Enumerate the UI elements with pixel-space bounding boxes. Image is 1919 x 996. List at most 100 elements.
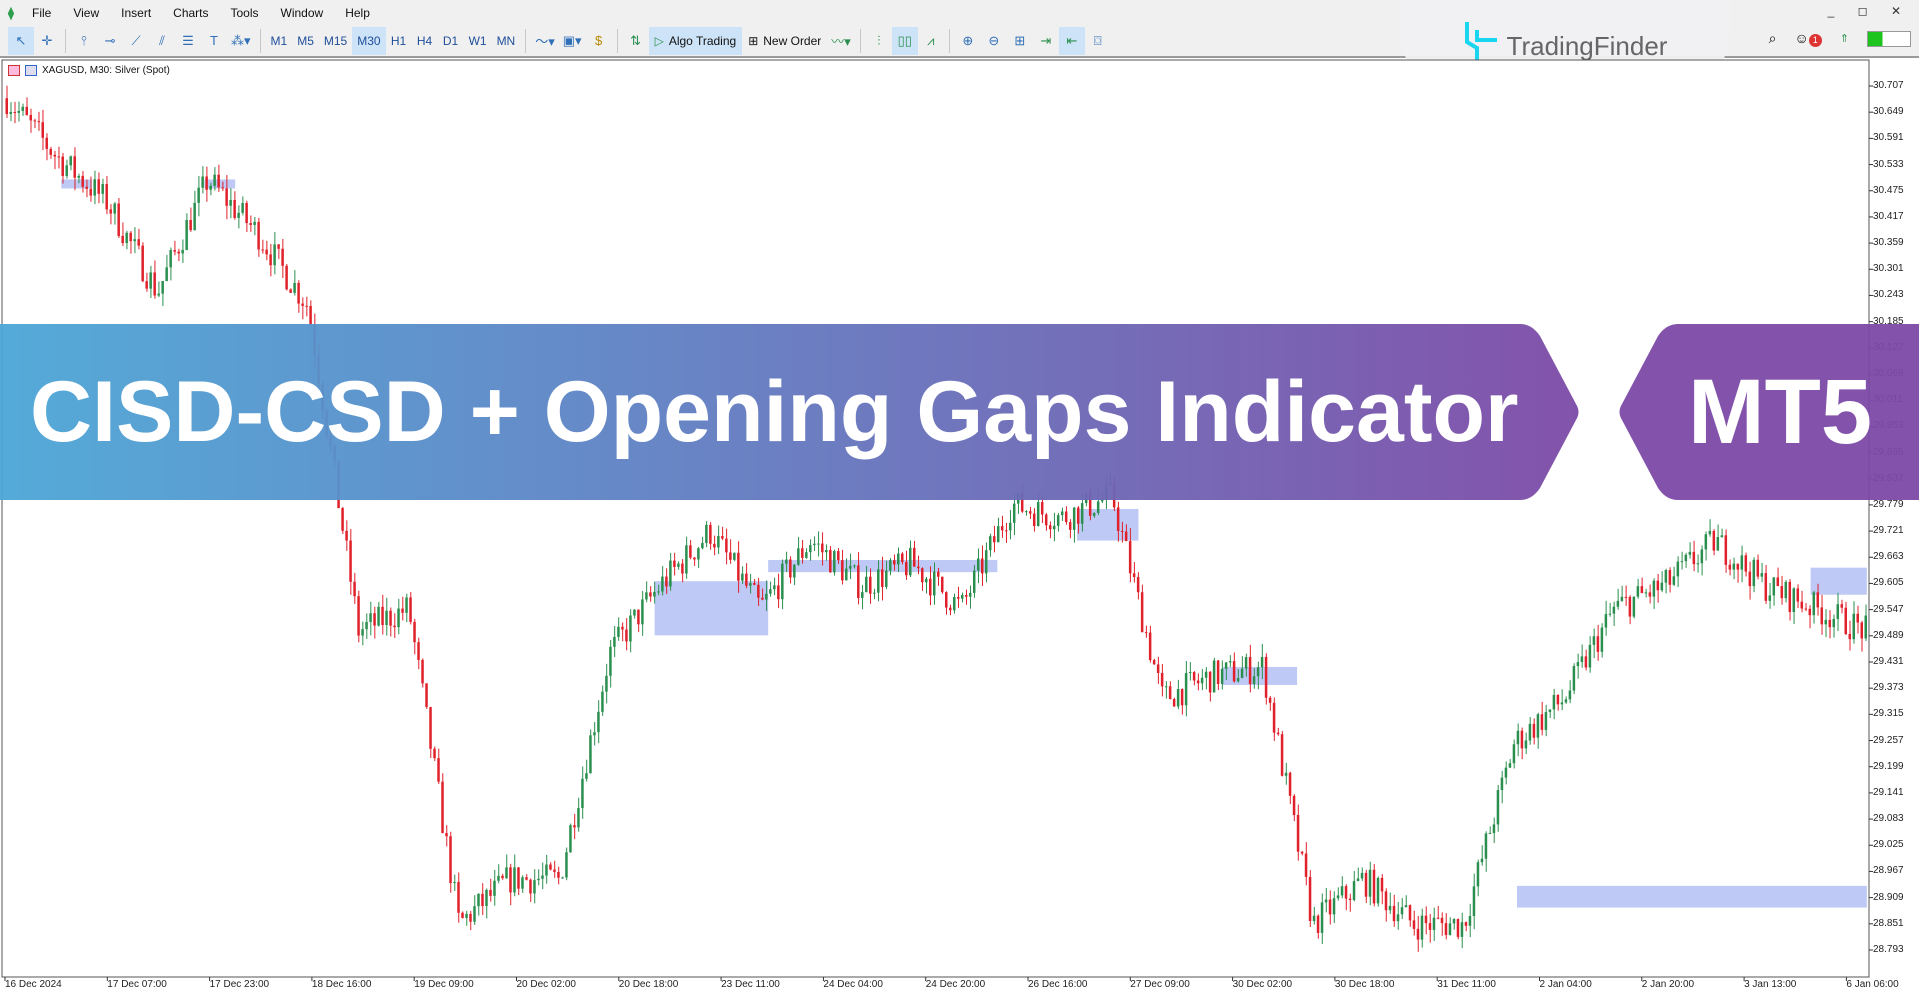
y-tick-label: 28.793 (1873, 943, 1904, 955)
x-tick-label: 18 Dec 16:00 (311, 979, 372, 990)
candle-body (365, 621, 368, 630)
candle-body (185, 219, 188, 250)
candle-body (1176, 689, 1180, 707)
candle-body (601, 691, 604, 712)
candle-body (437, 758, 440, 782)
candle-body (1668, 570, 1672, 585)
candle-body (433, 748, 436, 759)
candle-body (1720, 535, 1724, 538)
candle-body (1404, 905, 1408, 908)
x-tick-label: 17 Dec 23:00 (209, 979, 270, 990)
candle-body (1844, 607, 1848, 635)
candle-body (33, 120, 36, 122)
candle-body (673, 560, 676, 567)
candle-body (341, 508, 344, 531)
candle-body (1728, 564, 1732, 570)
candle-body (717, 536, 720, 548)
candle-body (625, 629, 628, 642)
y-tick-label: 29.315 (1873, 708, 1904, 720)
candle-body (525, 877, 528, 880)
candle-body (213, 174, 216, 186)
candle-body (293, 282, 296, 293)
candle-body (1564, 699, 1568, 703)
candle-body (193, 202, 196, 231)
candle-body (249, 223, 252, 226)
candle-body (1700, 549, 1704, 564)
candle-body (77, 175, 80, 178)
candle-body (793, 564, 796, 578)
candle-body (301, 303, 304, 306)
candle-body (1096, 501, 1100, 513)
candle-body (581, 778, 584, 809)
candle-body (565, 852, 568, 878)
candle-body (1636, 586, 1640, 597)
candle-body (1284, 772, 1288, 776)
candle-body (757, 584, 760, 598)
candle-body (41, 122, 44, 138)
candle-body (733, 552, 736, 560)
candle-body (1768, 595, 1772, 601)
candle-body (1760, 573, 1764, 577)
candle-body (689, 545, 692, 558)
candle-body (805, 552, 808, 558)
candle-body (1116, 507, 1120, 531)
x-tick-label: 16 Dec 2024 (5, 979, 62, 990)
candle-body (1556, 694, 1560, 705)
candle-body (1204, 671, 1208, 678)
candle-body (1652, 580, 1656, 597)
candle-body (1120, 530, 1124, 532)
candle-body (541, 875, 544, 879)
x-tick-label: 24 Dec 20:00 (925, 979, 986, 990)
candle-body (1180, 689, 1184, 706)
candle-body (1136, 577, 1140, 593)
candle-body (809, 545, 812, 553)
candle-body (597, 711, 600, 733)
candle-body (265, 249, 268, 255)
candle-body (1552, 694, 1556, 710)
candle-body (845, 568, 848, 581)
banner-title: CISD-CSD + Opening Gaps Indicator (30, 364, 1519, 460)
candle-body (385, 610, 388, 625)
candle-body (1416, 928, 1420, 940)
one-click-trading-icon[interactable] (8, 65, 20, 76)
candle-body (1640, 586, 1644, 594)
candle-body (745, 573, 748, 586)
candle-body (105, 184, 108, 210)
candle-body (833, 551, 836, 573)
candle-body (841, 560, 844, 581)
candle-body (353, 581, 356, 597)
candle-body (653, 591, 656, 597)
candle-body (429, 707, 432, 749)
candle-body (1300, 851, 1304, 854)
candle-body (729, 552, 732, 560)
candle-body (1428, 923, 1432, 930)
candle-body (25, 106, 28, 115)
candle-body (409, 597, 412, 622)
candle-body (577, 808, 580, 828)
candle-body (1188, 672, 1192, 674)
candle-body (217, 174, 220, 188)
candle-body (181, 249, 184, 254)
candle-body (669, 560, 672, 587)
candle-body (629, 615, 632, 642)
x-tick-label: 30 Dec 02:00 (1232, 979, 1293, 990)
candle-body (1676, 561, 1680, 577)
candle-body (869, 576, 872, 594)
candle-body (1704, 534, 1708, 550)
candle-body (1484, 833, 1488, 859)
candle-body (789, 559, 792, 578)
candle-body (693, 557, 696, 560)
candle-body (1580, 656, 1584, 663)
candle-body (1468, 915, 1472, 926)
candle-body (1748, 571, 1752, 587)
candle-body (1328, 899, 1332, 915)
candle-body (861, 592, 864, 598)
candle-body (901, 553, 904, 563)
candle-body (189, 219, 192, 231)
candle-body (1380, 877, 1384, 892)
candle-body (1836, 604, 1840, 619)
candle-body (73, 156, 76, 178)
x-tick-label: 20 Dec 18:00 (618, 979, 679, 990)
candle-body (1448, 923, 1452, 936)
candle-body (801, 548, 804, 558)
